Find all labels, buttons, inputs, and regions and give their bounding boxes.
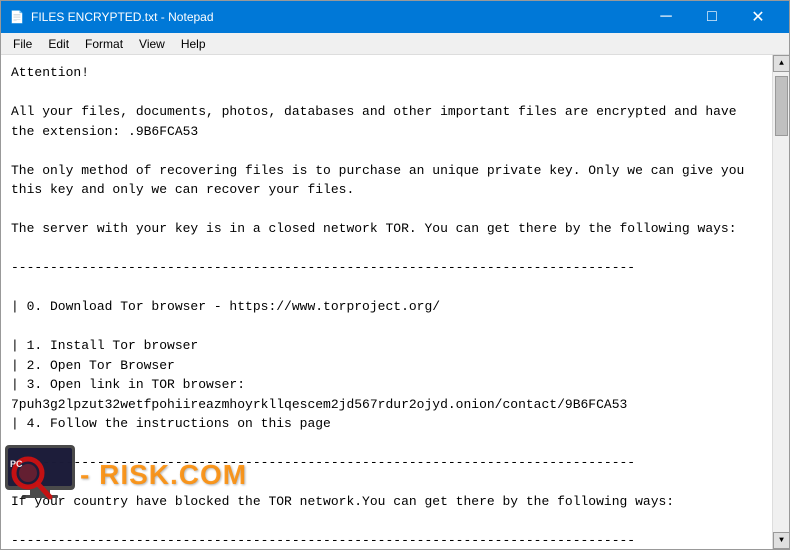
menu-help[interactable]: Help bbox=[173, 35, 214, 52]
window-title: FILES ENCRYPTED.txt - Notepad bbox=[31, 10, 643, 24]
menu-file[interactable]: File bbox=[5, 35, 40, 52]
scroll-thumb[interactable] bbox=[775, 76, 788, 136]
title-bar: 📄 FILES ENCRYPTED.txt - Notepad ─ □ ✕ bbox=[1, 1, 789, 33]
scrollbar: ▲ ▼ bbox=[772, 55, 789, 549]
scroll-up-button[interactable]: ▲ bbox=[773, 55, 789, 72]
maximize-button[interactable]: □ bbox=[689, 1, 735, 33]
text-editor[interactable]: Attention! All your files, documents, ph… bbox=[1, 55, 772, 549]
scroll-down-button[interactable]: ▼ bbox=[773, 532, 789, 549]
menu-edit[interactable]: Edit bbox=[40, 35, 77, 52]
minimize-button[interactable]: ─ bbox=[643, 1, 689, 33]
menu-format[interactable]: Format bbox=[77, 35, 131, 52]
menu-view[interactable]: View bbox=[131, 35, 173, 52]
menu-bar: File Edit Format View Help bbox=[1, 33, 789, 55]
close-button[interactable]: ✕ bbox=[735, 1, 781, 33]
scroll-track[interactable] bbox=[773, 72, 789, 532]
window-controls: ─ □ ✕ bbox=[643, 1, 781, 33]
notepad-window: 📄 FILES ENCRYPTED.txt - Notepad ─ □ ✕ Fi… bbox=[0, 0, 790, 550]
app-icon: 📄 bbox=[9, 9, 25, 25]
content-area: Attention! All your files, documents, ph… bbox=[1, 55, 789, 549]
